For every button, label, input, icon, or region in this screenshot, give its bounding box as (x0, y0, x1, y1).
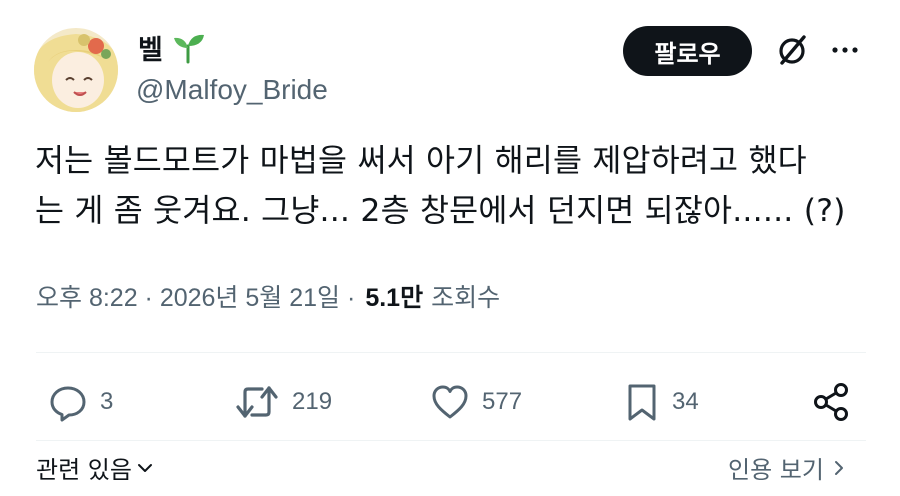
display-name-text: 벨 (138, 35, 163, 66)
retweet-icon (236, 386, 278, 418)
tweet-line: 저는 볼드모트가 마법을 써서 아기 해리를 제압하려고 했다 (35, 143, 807, 179)
bookmark-icon (628, 384, 656, 421)
chevron-down-icon (137, 463, 152, 472)
follow-button[interactable]: 팔로우 (623, 26, 752, 76)
grok-icon[interactable] (774, 32, 810, 68)
retweet-button[interactable]: 219 (234, 380, 332, 424)
like-button[interactable]: 577 (430, 380, 522, 424)
heart-icon (432, 385, 468, 419)
related-label: 관련 있음 (36, 456, 132, 484)
bookmark-button[interactable]: 34 (624, 380, 699, 424)
tweet-text: 저는 볼드모트가 마법을 써서 아기 해리를 제압하려고 했다 는 게 좀 웃겨… (35, 136, 875, 236)
share-button[interactable] (812, 380, 852, 424)
reply-button[interactable]: 3 (48, 380, 113, 424)
display-name[interactable]: 벨 (138, 28, 207, 67)
divider (36, 352, 866, 353)
reply-icon (50, 386, 86, 422)
views-count: 5.1만 (365, 284, 424, 312)
retweet-count: 219 (292, 388, 333, 415)
related-posts-toggle[interactable]: 관련 있음 (36, 450, 154, 485)
seedling-icon (173, 34, 204, 63)
more-icon[interactable] (830, 40, 860, 60)
view-quotes-link[interactable]: 인용 보기 (728, 450, 846, 485)
avatar-image (34, 28, 118, 112)
tweet-meta: 오후 8:22 · 2026년 5월 21일 · 5.1만 조회수 (36, 278, 500, 314)
like-count: 577 (482, 388, 523, 415)
user-handle[interactable]: @Malfoy_Bride (136, 74, 328, 106)
timestamp[interactable]: 오후 8:22 · 2026년 5월 21일 · (36, 278, 355, 314)
avatar[interactable] (34, 28, 118, 112)
tweet-line: 는 게 좀 웃겨요. 그냥... 2층 창문에서 던지면 되잖아...... (… (35, 193, 846, 229)
reply-count: 3 (100, 388, 114, 415)
divider (36, 440, 866, 441)
share-icon (814, 383, 848, 421)
views-label: 조회수 (431, 284, 501, 312)
view-quotes-label: 인용 보기 (728, 456, 824, 484)
chevron-right-icon (834, 460, 843, 475)
bookmark-count: 34 (672, 388, 699, 415)
